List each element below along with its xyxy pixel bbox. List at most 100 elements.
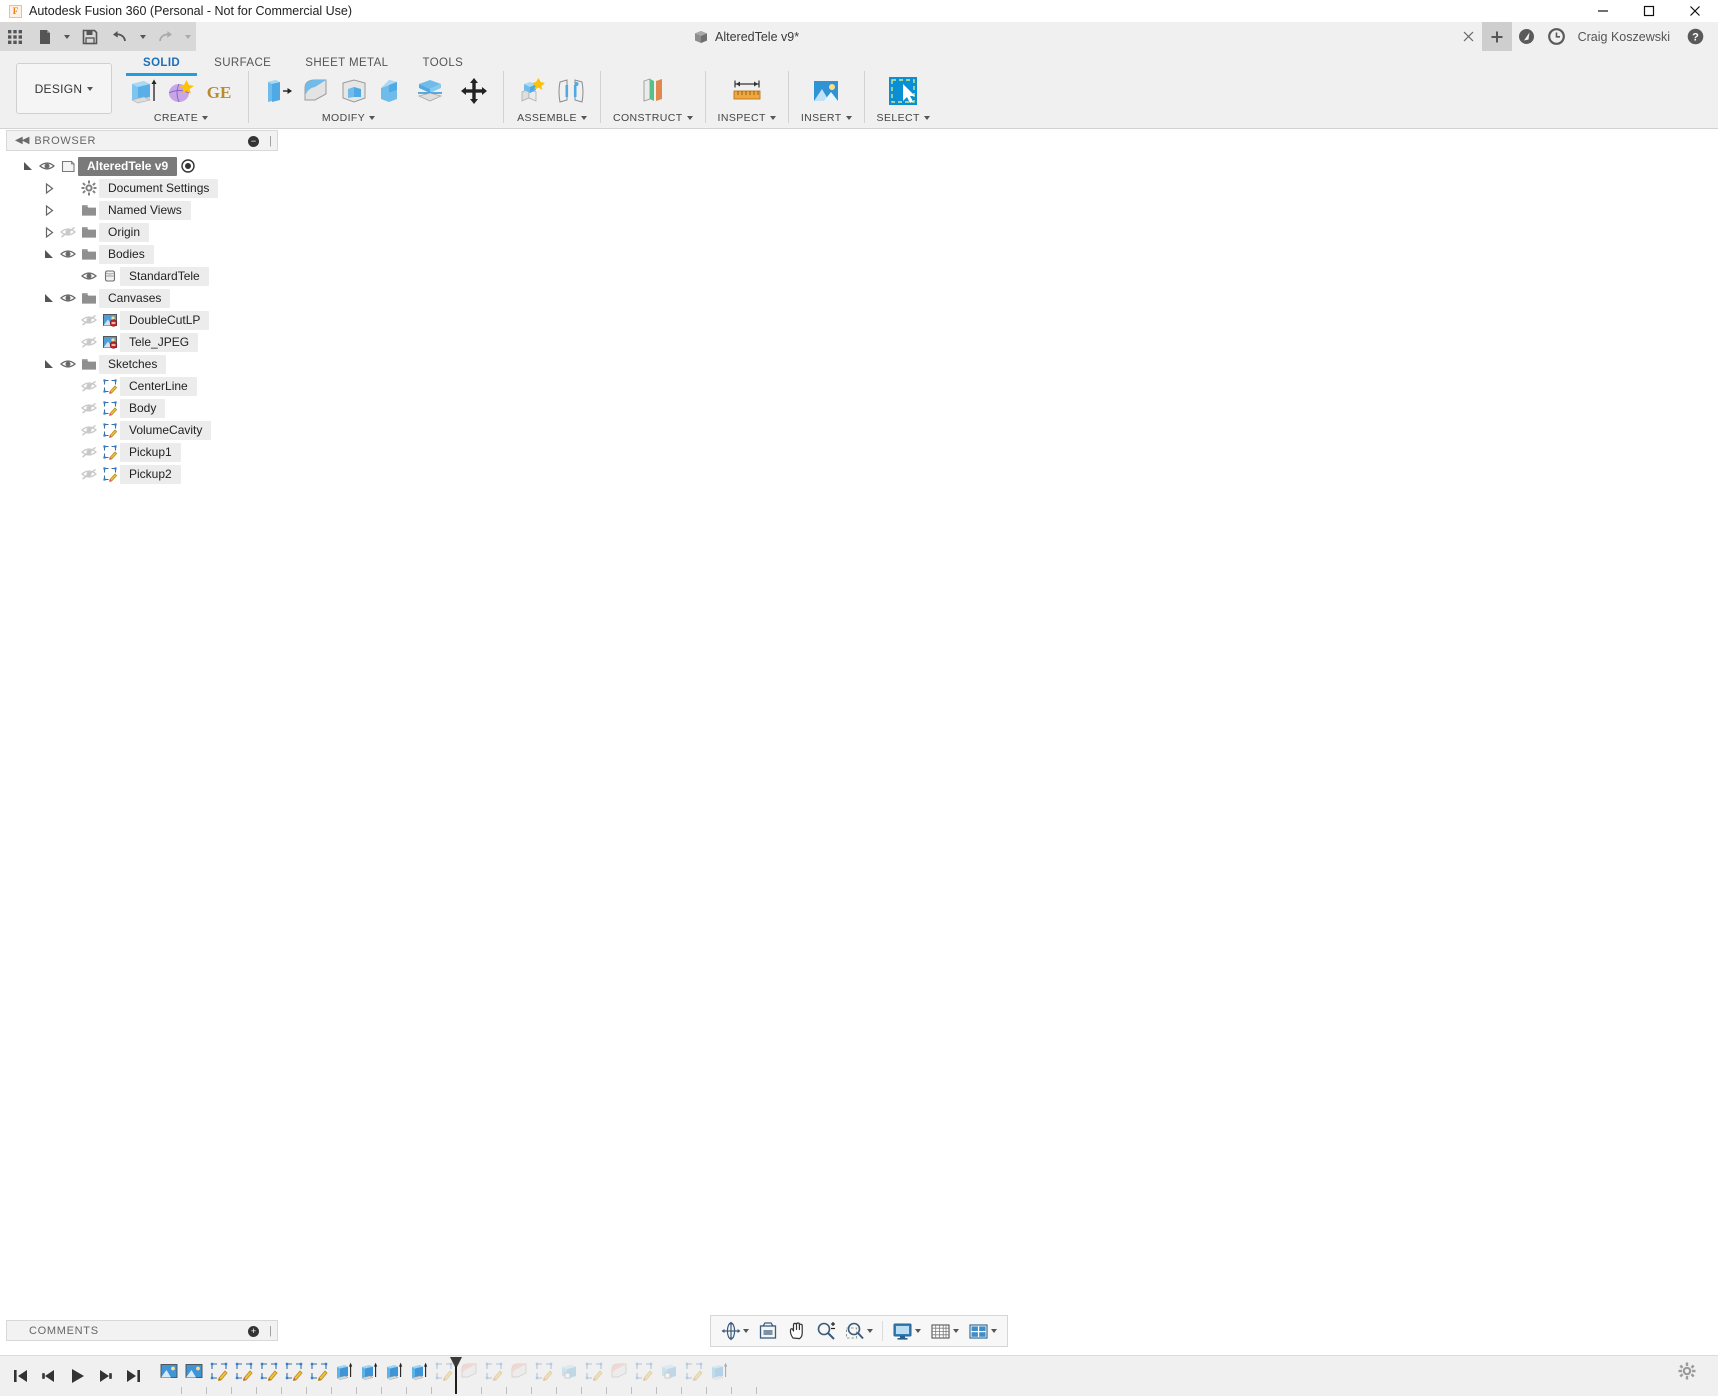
zoom-window-icon[interactable] [841, 1317, 877, 1345]
eye-hidden-icon[interactable] [57, 224, 79, 240]
timeline-feature-sketch[interactable] [631, 1359, 656, 1383]
browser-node-standardtele[interactable]: StandardTele [6, 265, 278, 287]
new-document-caret-icon[interactable] [59, 24, 75, 50]
collapse-left-icon[interactable]: ◀◀ [7, 135, 34, 146]
timeline-feature-canvas[interactable] [181, 1359, 206, 1383]
display-settings-icon[interactable] [888, 1317, 925, 1345]
fillet-icon[interactable] [299, 74, 333, 108]
new-tab-button[interactable] [1481, 22, 1512, 51]
timeline-feature-extrude[interactable] [356, 1359, 381, 1383]
timeline-feature-sketch[interactable] [281, 1359, 306, 1383]
eye-visible-icon[interactable] [36, 158, 58, 174]
browser-node-pickup1[interactable]: Pickup1 [6, 441, 278, 463]
timeline-feature-sketch[interactable] [681, 1359, 706, 1383]
browser-node-sketches[interactable]: Sketches [6, 353, 278, 375]
help-icon[interactable]: ? [1680, 22, 1710, 51]
eye-hidden-icon[interactable] [78, 400, 100, 416]
browser-node-pickup2[interactable]: Pickup2 [6, 463, 278, 485]
generative-design-icon[interactable]: GE [202, 74, 236, 108]
select-window-icon[interactable] [886, 74, 920, 108]
grid-snaps-icon[interactable] [926, 1317, 963, 1345]
timeline-feature-fillet[interactable] [506, 1359, 531, 1383]
eye-visible-icon[interactable] [57, 290, 79, 306]
go-to-end-icon[interactable] [120, 1363, 146, 1389]
panel-insert-header[interactable]: INSERT [801, 112, 852, 124]
new-document-icon[interactable] [30, 24, 60, 50]
eye-hidden-icon[interactable] [78, 334, 100, 350]
panel-inspect-header[interactable]: INSPECT [718, 112, 776, 124]
expand-arrow-down-icon[interactable] [41, 292, 57, 304]
eye-visible-icon[interactable] [57, 246, 79, 262]
close-button[interactable] [1672, 0, 1718, 22]
timeline-feature-shell[interactable] [556, 1359, 581, 1383]
expand-arrow-down-icon[interactable] [41, 248, 57, 260]
timeline-feature-extrude[interactable] [331, 1359, 356, 1383]
eye-hidden-icon[interactable] [78, 422, 100, 438]
user-account-label[interactable]: Craig Koszewski [1572, 30, 1680, 44]
browser-node-bodies[interactable]: Bodies [6, 243, 278, 265]
new-component-icon[interactable] [516, 74, 550, 108]
eye-hidden-icon[interactable] [78, 378, 100, 394]
step-back-icon[interactable] [36, 1363, 62, 1389]
document-tab[interactable]: AlteredTele v9* [694, 30, 799, 44]
undo-caret-icon[interactable] [135, 24, 151, 50]
timeline-feature-extrude[interactable] [381, 1359, 406, 1383]
redo-icon[interactable] [151, 24, 181, 50]
timeline-feature-extrude[interactable] [706, 1359, 731, 1383]
eye-visible-icon[interactable] [78, 268, 100, 284]
save-icon[interactable] [75, 24, 105, 50]
eye-visible-icon[interactable] [57, 356, 79, 372]
panel-create-header[interactable]: CREATE [154, 112, 209, 124]
timeline-feature-sketch[interactable] [256, 1359, 281, 1383]
browser-node-document-settings[interactable]: Document Settings [6, 177, 278, 199]
activate-component-radio[interactable] [181, 159, 195, 173]
workspace-selector[interactable]: DESIGN [16, 63, 112, 114]
eye-hidden-icon[interactable] [78, 312, 100, 328]
expand-arrow-right-icon[interactable] [41, 204, 57, 216]
timeline-feature-fillet[interactable] [606, 1359, 631, 1383]
timeline-feature-sketch[interactable] [306, 1359, 331, 1383]
view-cube[interactable]: X Y Z TOP FRONT [1588, 144, 1684, 245]
browser-minus-icon[interactable]: − [248, 136, 259, 147]
step-forward-icon[interactable] [92, 1363, 118, 1389]
play-icon[interactable] [64, 1363, 90, 1389]
eye-hidden-icon[interactable] [78, 444, 100, 460]
timeline-feature-extrude[interactable] [406, 1359, 431, 1383]
viewports-icon[interactable] [964, 1317, 1001, 1345]
zoom-icon[interactable] [812, 1317, 840, 1345]
timeline-feature-sketch[interactable] [206, 1359, 231, 1383]
browser-node-body[interactable]: Body [6, 397, 278, 419]
job-status-clock-icon[interactable] [1542, 22, 1572, 51]
move-copy-icon[interactable] [457, 74, 491, 108]
panel-assemble-header[interactable]: ASSEMBLE [517, 112, 587, 124]
orbit-icon[interactable] [717, 1317, 753, 1345]
browser-node-named-views[interactable]: Named Views [6, 199, 278, 221]
look-at-icon[interactable] [754, 1317, 782, 1345]
redo-caret-icon[interactable] [180, 24, 196, 50]
timeline-marker[interactable] [449, 1356, 463, 1394]
eye-hidden-icon[interactable] [78, 466, 100, 482]
joint-icon[interactable] [554, 74, 588, 108]
go-to-beginning-icon[interactable] [8, 1363, 34, 1389]
browser-node-centerline[interactable]: CenterLine [6, 375, 278, 397]
maximize-button[interactable] [1626, 0, 1672, 22]
timeline-settings-gear-icon[interactable] [1678, 1362, 1696, 1385]
app-grid-icon[interactable] [0, 24, 30, 50]
undo-icon[interactable] [105, 24, 135, 50]
insert-canvas-icon[interactable] [809, 74, 843, 108]
shell-icon[interactable] [337, 74, 371, 108]
offset-plane-icon[interactable] [636, 74, 670, 108]
expand-arrow-right-icon[interactable] [41, 226, 57, 238]
browser-node-canvases[interactable]: Canvases [6, 287, 278, 309]
timeline-feature-sketch[interactable] [231, 1359, 256, 1383]
press-pull-icon[interactable] [261, 74, 295, 108]
timeline-feature-sketch[interactable] [531, 1359, 556, 1383]
expand-arrow-down-icon[interactable] [41, 358, 57, 370]
panel-construct-header[interactable]: CONSTRUCT [613, 112, 693, 124]
add-comment-icon[interactable]: + [248, 1326, 259, 1337]
browser-node-tele-jpeg[interactable]: Tele_JPEG [6, 331, 278, 353]
pan-icon[interactable] [783, 1317, 811, 1345]
measure-icon[interactable] [730, 74, 764, 108]
minimize-button[interactable] [1580, 0, 1626, 22]
panel-modify-header[interactable]: MODIFY [322, 112, 376, 124]
